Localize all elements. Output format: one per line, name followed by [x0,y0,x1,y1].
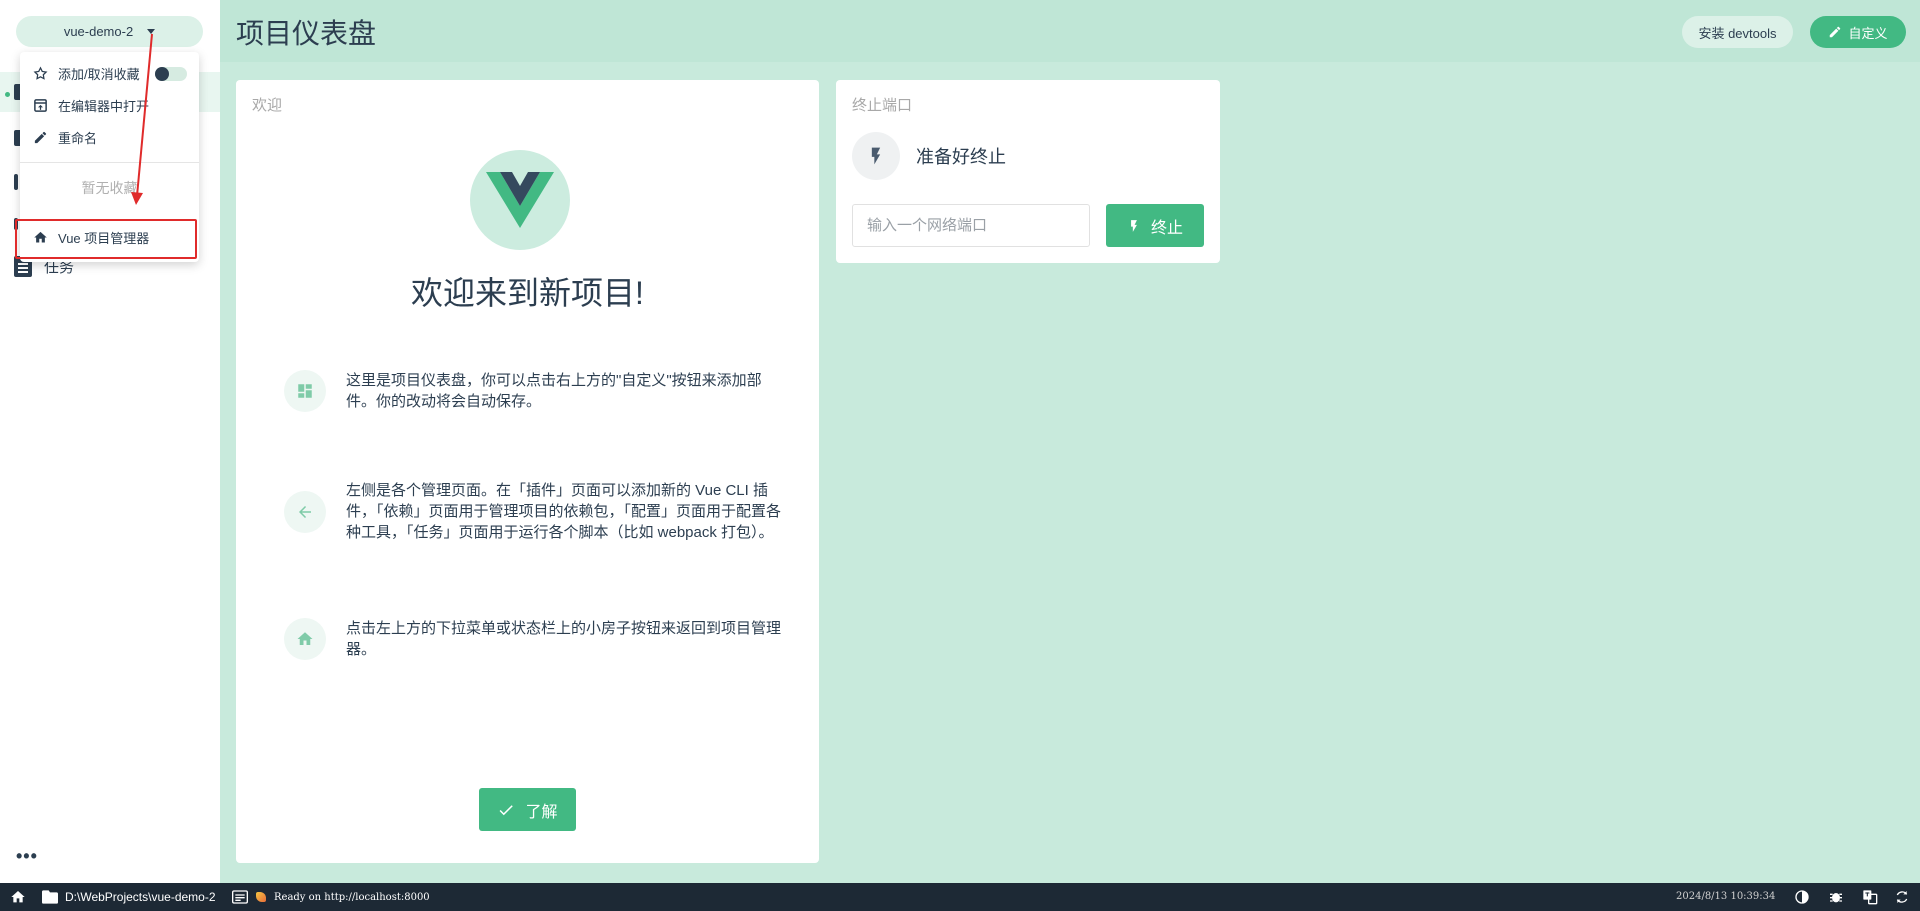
header-bar [220,0,1920,62]
kill-port-status: 准备好终止 [852,132,1006,180]
bug-report-icon[interactable] [1828,889,1844,905]
menu-divider [20,162,199,163]
tip-text: 左侧是各个管理页面。在「插件」页面可以添加新的 Vue CLI 插件，「依赖」页… [346,482,782,541]
pencil-icon [1830,26,1841,38]
project-path[interactable]: D:\WebProjects\vue-demo-2 [42,883,216,911]
install-devtools-button[interactable]: 安装 devtools [1682,16,1793,48]
menu-item-vue-project-manager[interactable]: Vue 项目管理器 [20,222,199,252]
home-icon [34,231,47,242]
home-icon [284,618,326,660]
project-path-text: D:\WebProjects\vue-demo-2 [65,890,216,904]
acknowledge-label: 了解 [525,803,558,821]
flash-icon [852,132,900,180]
widget-title: 终止端口 [852,97,913,114]
arrow-left-icon [284,490,326,533]
tip-text: 点击左上方的下拉菜单或状态栏上的小房子按钮来返回到项目管理器。 [346,620,782,658]
menu-item-rename[interactable]: 重命名 [20,122,199,152]
menu-item-label: 重命名 [58,130,98,146]
menu-item-toggle-favorite[interactable]: 添加/取消收藏 [20,58,199,88]
sidebar-item-config-icon[interactable] [14,218,18,230]
menu-item-open-in-editor[interactable]: 在编辑器中打开 [20,90,199,120]
active-indicator-dot [5,92,10,97]
log-text: Ready on http://localhost:8000 [274,891,430,903]
favorite-toggle[interactable] [155,67,187,81]
translate-icon[interactable] [1862,889,1878,905]
customize-label: 自定义 [1848,25,1888,41]
tip-item-home: 点击左上方的下拉菜单或状态栏上的小房子按钮来返回到项目管理器。 [284,618,784,660]
widget-title: 欢迎 [252,97,283,114]
project-dropdown-menu: 添加/取消收藏 在编辑器中打开 重命名 暂无收藏 Vue 项目管理器 [20,52,199,262]
tip-text: 这里是项目仪表盘，你可以点击右上方的"自定义"按钮来添加部件。你的改动将会自动保… [346,372,762,410]
project-selector[interactable]: vue-demo-2 [16,16,203,47]
vue-logo [470,150,570,250]
page-title: 项目仪表盘 [236,18,377,49]
rocket-icon [256,892,266,902]
kill-label: 终止 [1150,219,1183,237]
menu-item-label: 添加/取消收藏 [58,66,140,82]
pencil-icon [34,131,47,143]
sidebar-item-dependencies-icon[interactable] [14,174,18,190]
project-name: vue-demo-2 [63,24,134,39]
kill-button[interactable]: 终止 [1106,204,1204,247]
welcome-heading: 欢迎来到新项目! [411,275,644,311]
menu-item-label: 在编辑器中打开 [58,98,150,114]
acknowledge-button[interactable]: 了解 [479,788,576,831]
caret-down-icon [147,29,156,34]
home-icon[interactable] [10,889,26,905]
status-text: 准备好终止 [916,147,1006,167]
welcome-widget: 欢迎 欢迎来到新项目! 这里是项目仪表盘，你可以点击右上方的"自定义"按钮来添加… [236,80,819,863]
status-bar: D:\WebProjects\vue-demo-2 Ready on http:… [0,883,1920,911]
folder-icon [42,890,58,904]
console-icon [232,890,248,904]
menu-item-label: Vue 项目管理器 [58,230,150,246]
port-input[interactable] [852,204,1090,247]
customize-button[interactable]: 自定义 [1810,16,1906,48]
check-icon [500,804,514,815]
open-in-editor-icon [34,98,47,112]
dashboard-icon [284,370,326,412]
star-icon [33,65,48,80]
timestamp: 2024/8/13 10:39:34 [1676,891,1776,902]
no-favorites-text: 暂无收藏 [81,180,138,196]
tip-item-dashboard: 这里是项目仪表盘，你可以点击右上方的"自定义"按钮来添加部件。你的改动将会自动保… [284,370,784,412]
more-options-icon[interactable]: ••• [16,846,38,867]
kill-port-widget: 终止端口 准备好终止 终止 [836,80,1220,263]
flash-icon [1131,219,1137,232]
refresh-icon[interactable] [1894,889,1910,905]
dark-mode-icon[interactable] [1794,889,1810,905]
tip-item-navigation: 左侧是各个管理页面。在「插件」页面可以添加新的 Vue CLI 插件，「依赖」页… [284,480,784,543]
console-log[interactable]: Ready on http://localhost:8000 [232,883,430,911]
